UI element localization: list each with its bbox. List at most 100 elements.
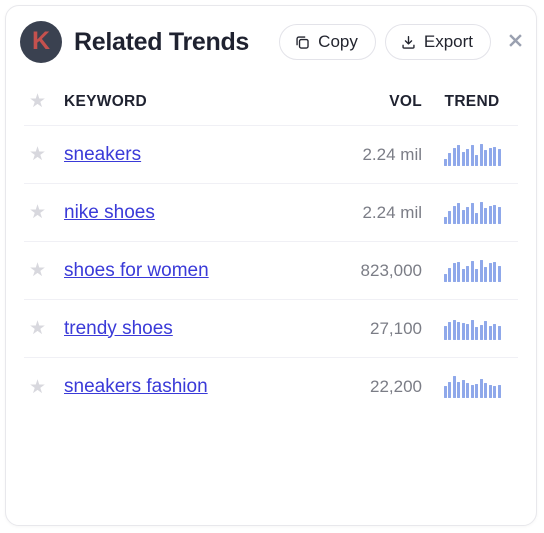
star-icon[interactable]: ★ <box>29 261 46 280</box>
keyword-link[interactable]: sneakers <box>64 144 141 165</box>
row-vol-cell: 2.24 mil <box>306 145 426 165</box>
sparkline-bar <box>470 202 474 224</box>
download-icon <box>400 34 417 51</box>
sparkline-bar <box>497 384 501 398</box>
sparkline-bar <box>443 273 447 282</box>
close-button[interactable] <box>504 29 526 55</box>
sparkline-bar <box>484 208 487 224</box>
sparkline-bar <box>470 384 474 398</box>
sparkline-bar <box>484 150 487 166</box>
close-icon <box>506 31 525 53</box>
header-star-cell: ★ <box>24 92 62 111</box>
sparkline-bar <box>452 205 456 224</box>
sparkline-bar <box>497 326 501 340</box>
sparkline-bar <box>452 262 456 282</box>
sparkline-bar <box>457 321 460 340</box>
trend-sparkline <box>443 318 501 340</box>
row-keyword-cell: nike shoes <box>62 202 306 224</box>
header-trend-cell[interactable]: TREND <box>426 93 518 111</box>
sparkline-bar <box>484 382 487 398</box>
export-button[interactable]: Export <box>384 24 491 60</box>
header-keyword-cell[interactable]: KEYWORD <box>62 93 306 111</box>
row-keyword-cell: sneakers <box>62 144 306 166</box>
sparkline-bar <box>443 158 447 166</box>
star-icon[interactable]: ★ <box>29 203 46 222</box>
row-vol-cell: 823,000 <box>306 261 426 281</box>
sparkline-bar <box>497 149 501 166</box>
keyword-link[interactable]: sneakers fashion <box>64 376 208 397</box>
table-row: ★ shoes for women 823,000 <box>24 242 518 300</box>
sparkline-bar <box>479 379 483 398</box>
sparkline-bar <box>497 266 501 282</box>
sparkline-bar <box>461 210 465 224</box>
row-trend-cell <box>426 318 518 340</box>
trend-sparkline <box>443 376 501 398</box>
keyword-link[interactable]: shoes for women <box>64 260 209 281</box>
trend-sparkline <box>443 143 501 166</box>
header-vol-cell[interactable]: VOL <box>306 93 426 111</box>
sparkline-bar <box>466 207 469 224</box>
sparkline-bar <box>497 207 501 224</box>
sparkline-bar <box>488 384 492 398</box>
sparkline-bar <box>461 269 465 282</box>
sparkline-bar <box>493 204 496 224</box>
sparkline-bar <box>470 319 474 340</box>
sparkline-bar <box>475 269 478 282</box>
panel-header: K Related Trends Copy Export <box>6 6 536 78</box>
column-header-keyword: KEYWORD <box>64 92 148 110</box>
sparkline-bar <box>493 385 496 398</box>
keyword-link[interactable]: nike shoes <box>64 202 155 223</box>
sparkline-bar <box>448 268 451 282</box>
row-star-cell: ★ <box>24 378 62 397</box>
brand-logo-letter: K <box>31 27 51 55</box>
table-row: ★ sneakers 2.24 mil <box>24 126 518 184</box>
sparkline-bar <box>457 144 460 166</box>
sparkline-bar <box>457 202 460 224</box>
copy-button-label: Copy <box>318 32 358 51</box>
sparkline-bar <box>443 216 447 224</box>
export-button-label: Export <box>423 32 473 51</box>
row-star-cell: ★ <box>24 203 62 222</box>
volume-value: 2.24 mil <box>362 144 422 164</box>
keyword-link[interactable]: trendy shoes <box>64 318 173 339</box>
star-icon[interactable]: ★ <box>29 319 46 338</box>
sparkline-bar <box>457 381 460 398</box>
sparkline-bar <box>475 154 478 166</box>
row-star-cell: ★ <box>24 319 62 338</box>
volume-value: 27,100 <box>370 318 422 338</box>
sparkline-bar <box>443 326 447 340</box>
sparkline-bar <box>466 382 469 398</box>
sparkline-bar <box>479 201 483 224</box>
sparkline-bar <box>448 211 451 224</box>
sparkline-bar <box>466 149 469 166</box>
row-trend-cell <box>426 143 518 166</box>
column-header-vol: VOL <box>389 92 422 110</box>
sparkline-bar <box>479 143 483 166</box>
volume-value: 2.24 mil <box>362 202 422 222</box>
sparkline-bar <box>452 319 456 340</box>
sparkline-bar <box>493 324 496 340</box>
table-row: ★ sneakers fashion 22,200 <box>24 358 518 416</box>
row-keyword-cell: sneakers fashion <box>62 376 306 398</box>
trend-sparkline <box>443 259 501 282</box>
row-trend-cell <box>426 376 518 398</box>
sparkline-bar <box>461 152 465 166</box>
copy-icon <box>294 34 311 51</box>
sparkline-bar <box>475 383 478 398</box>
sparkline-bar <box>488 326 492 340</box>
sparkline-bar <box>484 267 487 282</box>
copy-button[interactable]: Copy <box>279 24 376 60</box>
row-star-cell: ★ <box>24 145 62 164</box>
volume-value: 22,200 <box>370 377 422 396</box>
related-trends-panel: K Related Trends Copy Export ★ KEYWORD V… <box>5 5 537 526</box>
table-header-row: ★ KEYWORD VOL TREND <box>24 78 518 126</box>
star-icon[interactable]: ★ <box>29 378 46 397</box>
sparkline-bar <box>457 261 460 282</box>
table-body: ★ sneakers 2.24 mil ★ nike shoes 2.24 mil ★ sho… <box>24 126 518 416</box>
sparkline-bar <box>466 324 469 340</box>
column-header-trend: TREND <box>444 92 500 110</box>
star-icon[interactable]: ★ <box>29 145 46 164</box>
sparkline-bar <box>493 261 496 282</box>
sparkline-bar <box>461 380 465 398</box>
star-icon[interactable]: ★ <box>29 92 46 111</box>
